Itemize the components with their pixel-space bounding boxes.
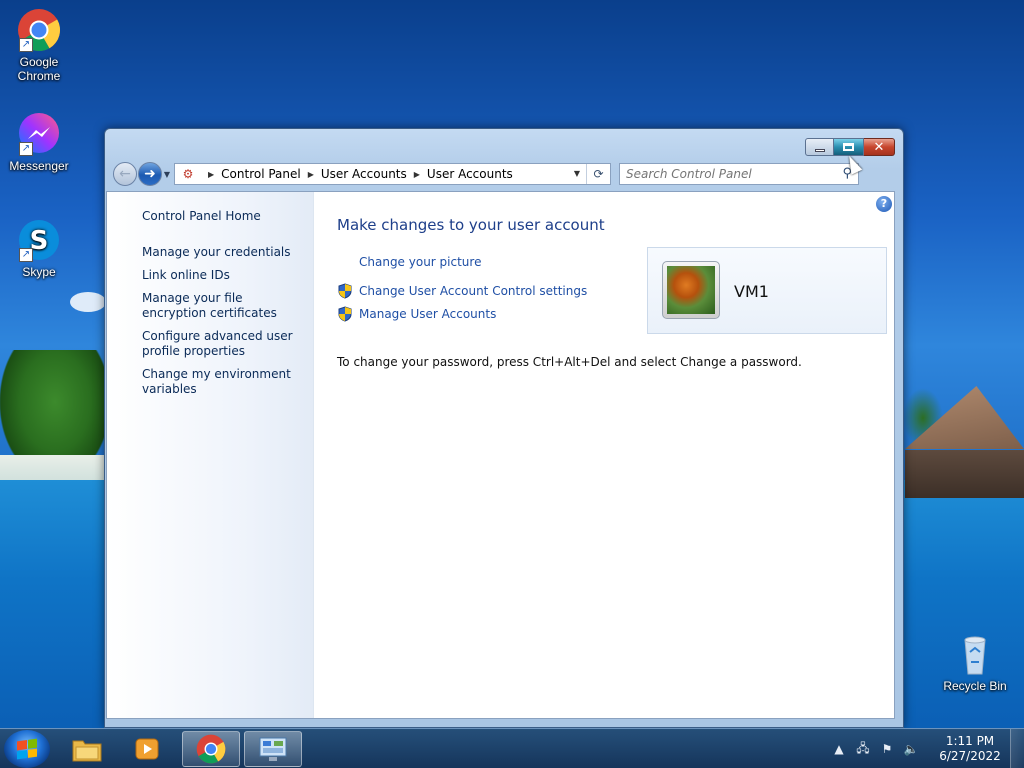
breadcrumb-user-accounts-parent[interactable]: User Accounts: [321, 167, 407, 181]
breadcrumb-control-panel[interactable]: Control Panel: [221, 167, 301, 181]
minimize-icon: [814, 148, 825, 152]
search-input[interactable]: [626, 165, 836, 183]
control-panel-home-link[interactable]: Control Panel Home: [142, 209, 302, 224]
shortcut-arrow-icon: ↗: [19, 142, 33, 156]
navigation-bar: ← ➜ ▼ ⚙ ▶ Control Panel ▶ User Accounts …: [113, 160, 895, 188]
network-icon[interactable]: 🖧: [854, 739, 872, 760]
chevron-down-icon: ▼: [163, 169, 171, 179]
taskbar: ▲ 🖧 ⚑ 🔈 1:11 PM 6/27/2022: [0, 728, 1024, 768]
clock-time: 1:11 PM: [945, 734, 995, 748]
shortcut-arrow-icon: ↗: [19, 248, 33, 262]
desktop-icon-skype[interactable]: S ↗ Skype: [2, 218, 76, 279]
window-controls: ✕: [805, 138, 895, 156]
close-button[interactable]: ✕: [864, 138, 895, 156]
action-center-icon[interactable]: ⚑: [878, 742, 896, 756]
shortcut-arrow-icon: ↗: [19, 38, 33, 52]
volume-icon[interactable]: 🔈: [902, 742, 920, 756]
breadcrumb-separator-icon[interactable]: ▶: [308, 170, 314, 179]
close-icon: ✕: [873, 139, 885, 155]
desktop-icon-messenger[interactable]: ↗ Messenger: [2, 112, 76, 173]
show-desktop-button[interactable]: [1010, 729, 1024, 768]
maximize-button[interactable]: [834, 138, 864, 156]
desktop-icon-chrome[interactable]: ↗ Google Chrome: [2, 8, 76, 83]
uac-shield-icon: [338, 306, 352, 322]
task-pane: Control Panel Home Manage your credentia…: [107, 192, 314, 718]
user-picture[interactable]: [662, 261, 720, 319]
maximize-icon: [843, 143, 854, 151]
refresh-button[interactable]: ⟳: [586, 164, 610, 184]
password-note: To change your password, press Ctrl+Alt+…: [337, 355, 802, 369]
hut-deck-scenery: [905, 450, 1024, 498]
manage-accounts-link[interactable]: Manage User Accounts: [359, 307, 496, 321]
breadcrumb-separator-icon[interactable]: ▶: [208, 170, 214, 179]
page-title: Make changes to your user account: [337, 216, 605, 234]
address-bar[interactable]: ⚙ ▶ Control Panel ▶ User Accounts ▶ User…: [174, 163, 611, 185]
refresh-icon: ⟳: [593, 167, 604, 181]
start-button[interactable]: [4, 730, 50, 768]
back-arrow-icon: ←: [119, 166, 131, 182]
search-box[interactable]: ⚲: [619, 163, 859, 185]
sidebar-link-online-ids[interactable]: Link online IDs: [142, 268, 302, 283]
taskbar-control-panel[interactable]: [244, 731, 302, 767]
uac-shield-icon: [338, 283, 352, 299]
desktop-icon-label: Recycle Bin: [943, 679, 1007, 693]
clock-date: 6/27/2022: [939, 749, 1001, 763]
cloud: [70, 292, 106, 312]
chrome-icon: [196, 734, 226, 764]
desktop-icon-label: Messenger: [9, 159, 69, 173]
main-pane: ? Make changes to your user account Chan…: [314, 192, 894, 718]
user-name: VM1: [734, 282, 769, 301]
messenger-icon: ↗: [17, 112, 61, 156]
minimize-button[interactable]: [805, 138, 834, 156]
user-accounts-window: ✕ ← ➜ ▼ ⚙ ▶ Control Panel ▶ User Account…: [104, 128, 904, 728]
change-picture-link[interactable]: Change your picture: [359, 255, 481, 269]
taskbar-chrome[interactable]: [182, 731, 240, 767]
uac-settings-link[interactable]: Change User Account Control settings: [359, 284, 587, 298]
show-hidden-icons-button[interactable]: ▲: [830, 742, 848, 756]
sidebar-link-environment-variables[interactable]: Change my environment variables: [142, 367, 302, 397]
control-panel-icon: [259, 737, 287, 761]
desktop-icon-label: Google Chrome: [17, 55, 61, 83]
content-area: Control Panel Home Manage your credentia…: [106, 191, 895, 719]
chrome-icon: ↗: [17, 8, 61, 52]
breadcrumb-user-accounts[interactable]: User Accounts: [427, 167, 513, 181]
sidebar-link-encryption[interactable]: Manage your file encryption certificates: [142, 291, 302, 321]
taskbar-media-player[interactable]: [118, 731, 176, 767]
recycle-bin-icon: [953, 632, 997, 676]
forward-button[interactable]: ➜: [138, 162, 162, 186]
windows-logo-icon: [17, 738, 37, 760]
butterfly-picture-icon: [667, 266, 715, 314]
desktop-icon-label: Skype: [22, 265, 56, 279]
clock[interactable]: 1:11 PM 6/27/2022: [934, 734, 1006, 764]
explorer-icon: [72, 740, 102, 762]
taskbar-explorer[interactable]: [58, 731, 116, 767]
address-dropdown-button[interactable]: ▼: [570, 164, 584, 184]
back-button[interactable]: ←: [113, 162, 137, 186]
media-player-icon: [135, 738, 159, 760]
forward-arrow-icon: ➜: [144, 166, 156, 182]
breadcrumb-separator-icon[interactable]: ▶: [414, 170, 420, 179]
user-account-card: VM1: [647, 247, 887, 334]
skype-icon: S ↗: [17, 218, 61, 262]
recent-pages-button[interactable]: ▼: [162, 170, 172, 179]
desktop-icon-recycle-bin[interactable]: Recycle Bin: [938, 632, 1012, 693]
control-panel-icon: ⚙: [182, 167, 194, 181]
sidebar-link-profile-properties[interactable]: Configure advanced user profile properti…: [142, 329, 302, 359]
help-icon[interactable]: ?: [876, 196, 892, 212]
system-tray: ▲ 🖧 ⚑ 🔈 1:11 PM 6/27/2022: [830, 729, 1024, 768]
sidebar-link-credentials[interactable]: Manage your credentials: [142, 245, 302, 260]
